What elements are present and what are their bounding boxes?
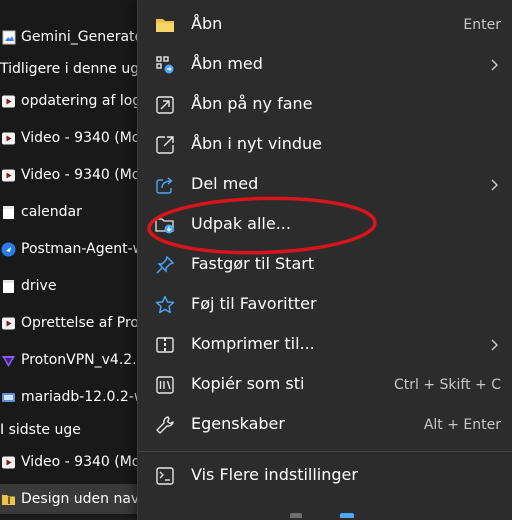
share-icon	[156, 177, 173, 194]
file-name: Gemini_Generated	[21, 29, 150, 45]
context-menu: Åbn Enter Åbn med Åbn på ny fane Åbn i n…	[137, 0, 512, 520]
menu-item-shortcut: Alt + Enter	[423, 417, 501, 433]
file-row[interactable]: Video - 9340 (Mo	[0, 123, 150, 153]
file-name: Video - 9340 (Mo	[21, 130, 141, 146]
menu-separator	[138, 451, 512, 452]
group-header-earlier-this-week: Tidligere i denne uge	[0, 61, 148, 77]
menu-item-label: Åbn med	[191, 54, 263, 73]
menu-item-label: Åbn	[191, 14, 223, 33]
protonvpn-icon	[1, 353, 16, 368]
video-file-icon	[1, 168, 16, 183]
folder-icon	[156, 19, 174, 32]
file-row[interactable]: ProtonVPN_v4.2.2	[0, 345, 150, 375]
file-row[interactable]: opdatering af log	[0, 86, 150, 116]
menu-item-add-to-favorites[interactable]: Føj til Favoritter	[138, 287, 512, 323]
more-options-icon	[156, 467, 174, 485]
menu-item-compress-to[interactable]: Komprimer til...	[138, 327, 512, 363]
file-name: calendar	[21, 204, 82, 220]
menu-item-extract-all[interactable]: Udpak alle...	[138, 207, 512, 243]
video-file-icon	[1, 94, 16, 109]
file-name: mariadb-12.0.2-w	[21, 389, 146, 405]
file-row[interactable]: Postman-Agent-w	[0, 234, 150, 264]
chevron-right-icon	[491, 59, 498, 71]
star-icon	[155, 295, 175, 314]
postman-app-icon	[1, 242, 16, 257]
extract-zip-icon	[155, 218, 174, 234]
document-icon	[1, 279, 16, 294]
menu-item-shortcut: Enter	[463, 17, 501, 33]
file-name: Video - 9340 (Mo	[21, 167, 141, 183]
image-file-icon	[1, 30, 16, 45]
file-row-selected[interactable]: Design uden navn	[0, 484, 150, 514]
installer-icon	[1, 390, 16, 405]
pin-icon	[156, 255, 175, 274]
open-with-icon	[156, 56, 174, 74]
file-row[interactable]: Gemini_Generated	[0, 22, 150, 52]
menu-item-label: Åbn i nyt vindue	[191, 134, 323, 153]
menu-item-open[interactable]: Åbn Enter	[138, 7, 512, 43]
menu-item-label: Komprimer til...	[191, 334, 315, 353]
new-window-icon	[156, 136, 174, 154]
file-name: drive	[21, 278, 57, 294]
menu-item-pin-to-start[interactable]: Fastgør til Start	[138, 247, 512, 283]
video-file-icon	[1, 455, 16, 470]
file-row[interactable]: calendar	[0, 197, 150, 227]
file-row[interactable]: Oprettelse af Prot	[0, 308, 150, 338]
menu-item-open-new-window[interactable]: Åbn i nyt vindue	[138, 127, 512, 163]
file-row[interactable]: drive	[0, 271, 150, 301]
zip-folder-icon	[1, 492, 16, 507]
new-tab-icon	[156, 96, 174, 114]
menu-item-open-with[interactable]: Åbn med	[138, 47, 512, 83]
wrench-icon	[156, 416, 174, 434]
file-row[interactable]: Video - 9340 (Mo	[0, 447, 150, 477]
file-name: opdatering af log	[21, 93, 142, 109]
menu-item-label: Udpak alle...	[191, 214, 291, 233]
menu-item-show-more-options[interactable]: Vis Flere indstillinger	[138, 458, 512, 494]
menu-item-label: Kopiér som sti	[191, 374, 305, 393]
chevron-right-icon	[491, 339, 498, 351]
video-file-icon	[1, 316, 16, 331]
document-icon	[1, 205, 16, 220]
menu-item-label: Åbn på ny fane	[191, 94, 313, 113]
group-header-last-week: I sidste uge	[0, 422, 81, 438]
file-row[interactable]: Video - 9340 (Mo	[0, 160, 150, 190]
menu-item-open-new-tab[interactable]: Åbn på ny fane	[138, 87, 512, 123]
file-list: Gemini_Generated Tidligere i denne uge o…	[0, 0, 150, 517]
file-name: Postman-Agent-w	[21, 241, 145, 257]
menu-item-label: Egenskaber	[191, 414, 285, 433]
menu-item-label: Vis Flere indstillinger	[191, 465, 358, 484]
file-name: Video - 9340 (Mo	[21, 454, 141, 470]
video-file-icon	[1, 131, 16, 146]
file-name: Design uden navn	[21, 491, 149, 507]
file-name: ProtonVPN_v4.2.2	[21, 352, 146, 368]
menu-item-shortcut: Ctrl + Skift + C	[393, 377, 501, 393]
file-name: Oprettelse af Prot	[21, 315, 145, 331]
file-row[interactable]: mariadb-12.0.2-w	[0, 382, 150, 412]
menu-item-label: Føj til Favoritter	[191, 294, 317, 313]
copy-path-icon	[156, 376, 174, 394]
menu-item-copy-as-path[interactable]: Kopiér som sti Ctrl + Skift + C	[138, 367, 512, 403]
menu-item-label: Del med	[191, 174, 259, 193]
menu-item-share[interactable]: Del med	[138, 167, 512, 203]
compress-icon	[156, 337, 174, 353]
menu-item-label: Fastgør til Start	[191, 254, 315, 273]
chevron-right-icon	[491, 179, 498, 191]
menu-item-properties[interactable]: Egenskaber Alt + Enter	[138, 407, 512, 443]
